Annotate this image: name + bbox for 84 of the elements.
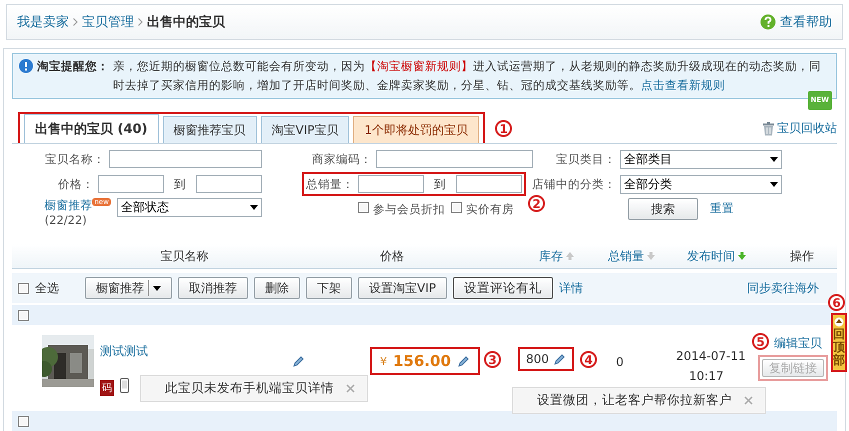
sort-column-link[interactable]: 库存 bbox=[539, 248, 563, 264]
sales-min-input[interactable] bbox=[358, 175, 424, 193]
checkbox-label: 实价有房 bbox=[466, 202, 514, 217]
price-max-input[interactable] bbox=[196, 175, 262, 193]
checkbox-label: 参与会员折扣 bbox=[373, 202, 445, 217]
action-button[interactable]: 设置评论有礼 bbox=[452, 277, 553, 299]
chevron-icon bbox=[73, 18, 78, 26]
notice-link[interactable]: 点击查看新规则 bbox=[641, 78, 725, 92]
column-header: 宝贝名称 bbox=[160, 248, 208, 264]
step-marker: 1 bbox=[495, 120, 512, 137]
checkbox[interactable] bbox=[358, 202, 369, 213]
field-label: 价格： bbox=[57, 176, 94, 192]
column-header: 价格 bbox=[380, 248, 404, 264]
status-select[interactable]: 全部状态 bbox=[116, 198, 262, 217]
new-badge: new bbox=[92, 198, 111, 206]
name-input[interactable] bbox=[109, 150, 262, 168]
tab[interactable]: 淘宝VIP宝贝 bbox=[260, 116, 350, 143]
details-link[interactable]: 详情 bbox=[558, 280, 583, 296]
step-marker: 2 bbox=[528, 195, 545, 212]
action-button[interactable]: 设置淘宝VIP bbox=[358, 277, 447, 299]
field-label: 宝贝类目： bbox=[555, 152, 616, 166]
close-icon[interactable] bbox=[744, 396, 753, 405]
range-separator: 到 bbox=[174, 176, 186, 192]
column-header: 操作 bbox=[790, 248, 814, 264]
checkbox[interactable] bbox=[18, 416, 29, 426]
notice-text: 亲，您近期的橱窗位总数可能会有所变动，因为【淘宝橱窗新规则】进入试运营期了，从老规则的静态奖励升级成现在的动态奖励，同时去掉了买家信用的影响，增加了开店时间奖励、金牌卖家奖励，分星、钻、冠的成交基线奖励等。点击查看新规则 bbox=[113, 58, 822, 94]
reset-link[interactable]: 重置 bbox=[710, 201, 734, 216]
field-label: 宝贝名称： bbox=[44, 152, 105, 166]
dropdown-button[interactable]: 橱窗推荐 bbox=[85, 277, 172, 299]
breadcrumb-current: 出售中的宝贝 bbox=[147, 14, 225, 31]
breadcrumb-link[interactable]: 宝贝管理 bbox=[82, 13, 134, 31]
field-label: 商家编码： bbox=[311, 152, 372, 166]
sort-column-link[interactable]: 总销量 bbox=[608, 248, 644, 264]
action-button[interactable]: 下架 bbox=[306, 277, 352, 299]
checkbox[interactable] bbox=[18, 282, 29, 294]
step-marker: 4 bbox=[580, 351, 597, 368]
step-marker: 3 bbox=[484, 351, 501, 368]
tooltip-text: 此宝贝未发布手机端宝贝详情 bbox=[165, 380, 334, 397]
code-badge: 码 bbox=[100, 380, 114, 396]
search-button[interactable]: 搜索 bbox=[628, 198, 698, 220]
pencil-icon[interactable] bbox=[456, 354, 470, 368]
phone-icon bbox=[120, 378, 129, 393]
sales-max-input[interactable] bbox=[456, 175, 522, 193]
step-marker: 6 bbox=[828, 294, 845, 311]
window-count: (22/22) bbox=[44, 213, 87, 227]
shop-category-select[interactable]: 全部分类 bbox=[620, 174, 782, 194]
checkbox[interactable] bbox=[18, 310, 29, 320]
sales-count: 0 bbox=[616, 355, 624, 369]
help-icon[interactable] bbox=[760, 14, 776, 30]
item-title-link[interactable]: 测试测试 bbox=[100, 343, 148, 360]
recycle-bin-link[interactable]: 宝贝回收站 bbox=[777, 120, 837, 137]
range-separator: 到 bbox=[434, 176, 446, 192]
price-min-input[interactable] bbox=[98, 175, 164, 193]
back-to-top-button[interactable]: 回顶部 bbox=[831, 313, 847, 372]
checkbox[interactable] bbox=[451, 202, 462, 213]
select-all-label: 全选 bbox=[35, 280, 59, 296]
pencil-icon[interactable] bbox=[292, 355, 305, 368]
trash-icon[interactable] bbox=[762, 122, 775, 136]
tab[interactable]: 1个即将处罚的宝贝 bbox=[353, 116, 480, 143]
publish-date: 2014-07-11 bbox=[676, 349, 746, 363]
category-select[interactable]: 全部类目 bbox=[620, 150, 782, 168]
tab[interactable]: 出售中的宝贝 (40) bbox=[24, 114, 158, 143]
info-icon bbox=[19, 59, 33, 73]
publish-time: 10:17 bbox=[689, 369, 724, 383]
price-cell: ¥ 156.00 bbox=[370, 347, 480, 375]
notice-title: 淘宝提醒您： bbox=[37, 58, 109, 75]
window-recommend-link[interactable]: 橱窗推荐 bbox=[44, 198, 92, 212]
pencil-icon[interactable] bbox=[552, 352, 566, 366]
breadcrumb-link[interactable]: 我是卖家 bbox=[17, 13, 69, 31]
step-marker: 5 bbox=[752, 333, 769, 350]
field-label: 总销量： bbox=[306, 176, 354, 192]
sort-column-link[interactable]: 发布时间 bbox=[687, 248, 735, 264]
code-input[interactable] bbox=[376, 150, 533, 168]
action-button[interactable]: 取消推荐 bbox=[178, 277, 248, 299]
action-button[interactable]: 删除 bbox=[254, 277, 300, 299]
help-link[interactable]: 查看帮助 bbox=[780, 13, 832, 31]
stock-cell: 800 bbox=[518, 347, 574, 371]
chevron-icon bbox=[138, 18, 143, 26]
sync-overseas-link[interactable]: 同步卖往海外 bbox=[747, 280, 819, 296]
close-icon[interactable] bbox=[346, 384, 355, 393]
tooltip-text: 设置微团，让老客户帮你拉新客户 bbox=[537, 392, 732, 409]
edit-item-link[interactable]: 编辑宝贝 bbox=[774, 335, 822, 352]
tab[interactable]: 橱窗推荐宝贝 bbox=[162, 116, 256, 143]
field-label: 店铺中的分类： bbox=[531, 176, 616, 192]
